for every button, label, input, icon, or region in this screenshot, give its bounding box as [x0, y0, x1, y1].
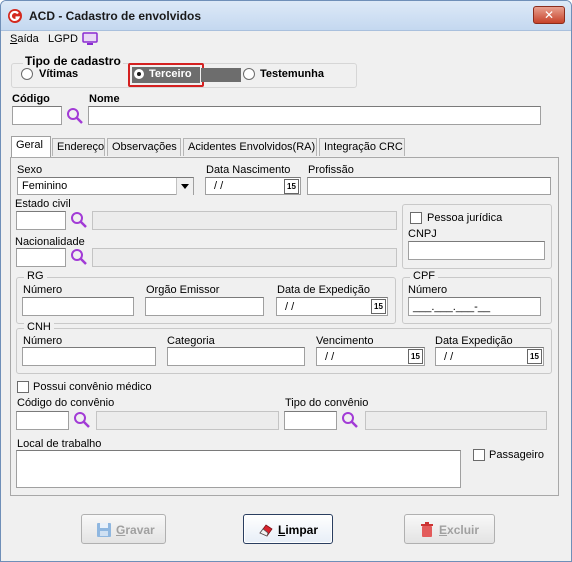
rg-numero-label: Número [23, 284, 63, 296]
data-nascimento-label: Data Nascimento [206, 164, 291, 176]
search-codigo-icon[interactable] [66, 107, 84, 125]
codigo-convenio-input[interactable] [16, 411, 69, 430]
sexo-select[interactable]: Feminino [17, 177, 194, 195]
cpf-title: CPF [410, 270, 438, 282]
radio-vitimas[interactable] [21, 68, 33, 80]
radio-terceiro[interactable] [133, 68, 145, 80]
cpf-input[interactable]: ___.___.___-__ [408, 297, 541, 316]
profissao-input[interactable] [307, 177, 551, 195]
cnpj-label: CNPJ [408, 228, 437, 240]
search-tipo-convenio-icon[interactable] [341, 411, 359, 429]
estado-civil-label: Estado civil [15, 198, 71, 210]
calendar-icon[interactable]: 15 [408, 349, 423, 364]
tab-acidentes-envolvidos[interactable]: Acidentes Envolvidos(RA) [183, 138, 317, 156]
tipo-convenio-input[interactable] [284, 411, 337, 430]
convenio-label: Possui convênio médico [33, 381, 152, 393]
monitor-icon[interactable] [82, 32, 98, 46]
excluir-button[interactable]: Excluir [404, 514, 495, 544]
codigo-label: Código [12, 93, 50, 105]
radio-testemunha[interactable] [243, 68, 255, 80]
menu-bar: Saída LGPD [1, 31, 571, 49]
cnpj-input[interactable] [408, 241, 545, 260]
app-logo-icon [8, 9, 22, 23]
calendar-icon[interactable]: 15 [527, 349, 542, 364]
calendar-icon[interactable]: 15 [284, 179, 299, 194]
search-estado-civil-icon[interactable] [70, 211, 88, 229]
convenio-checkbox[interactable] [17, 381, 29, 393]
calendar-icon[interactable]: 15 [371, 299, 386, 314]
rg-title: RG [24, 270, 47, 282]
menu-lgpd[interactable]: LGPD [48, 33, 78, 45]
data-nascimento-input[interactable]: / / 15 [205, 177, 301, 195]
rg-orgao-input[interactable] [145, 297, 264, 316]
nacionalidade-description [92, 248, 397, 267]
pessoa-juridica-label: Pessoa jurídica [427, 212, 503, 224]
tab-integracao-crc[interactable]: Integração CRC [319, 138, 405, 156]
eraser-icon [259, 524, 273, 537]
profissao-label: Profissão [308, 164, 354, 176]
chevron-down-icon[interactable] [176, 178, 193, 195]
estado-civil-description [92, 211, 397, 230]
terceiro-selection-bar [201, 68, 241, 82]
radio-terceiro-label: Terceiro [149, 68, 192, 80]
close-button[interactable]: ✕ [533, 6, 565, 24]
cadastro-envolvidos-window: ACD - Cadastro de envolvidos ✕ Saída LGP… [0, 0, 572, 562]
tipo-cadastro-title: Tipo de cadastro [23, 54, 123, 68]
tab-endereco[interactable]: Endereço [52, 138, 105, 156]
cpf-numero-label: Número [408, 284, 448, 296]
local-trabalho-label: Local de trabalho [17, 438, 102, 450]
estado-civil-code-input[interactable] [16, 211, 66, 230]
cnh-categoria-input[interactable] [167, 347, 305, 366]
passageiro-checkbox[interactable] [473, 449, 485, 461]
nome-input[interactable] [88, 106, 541, 125]
tipo-convenio-label: Tipo do convênio [285, 397, 369, 409]
radio-vitimas-label: Vítimas [39, 68, 79, 80]
title-bar: ACD - Cadastro de envolvidos ✕ [1, 1, 571, 31]
rg-numero-input[interactable] [22, 297, 134, 316]
tab-observacoes[interactable]: Observações [107, 138, 181, 156]
cnh-title: CNH [24, 321, 54, 333]
cnh-expedicao-label: Data Expedição [435, 335, 513, 347]
gravar-button[interactable]: Gravar [81, 514, 166, 544]
codigo-convenio-label: Código do convênio [17, 397, 115, 409]
pessoa-juridica-checkbox[interactable] [410, 212, 422, 224]
sexo-label: Sexo [17, 164, 43, 176]
trash-icon [421, 522, 433, 537]
cnh-numero-label: Número [23, 335, 63, 347]
cnh-categoria-label: Categoria [167, 335, 215, 347]
cnh-vencimento-label: Vencimento [316, 335, 374, 347]
radio-testemunha-label: Testemunha [260, 68, 324, 80]
local-trabalho-textarea[interactable] [16, 450, 461, 488]
cnh-expedicao-input[interactable]: / / 15 [435, 347, 544, 366]
rg-data-input[interactable]: / / 15 [276, 297, 388, 316]
passageiro-label: Passageiro [489, 449, 545, 461]
tipo-convenio-description [365, 411, 547, 430]
nacionalidade-code-input[interactable] [16, 248, 66, 267]
nome-label: Nome [89, 93, 120, 105]
cnh-vencimento-input[interactable]: / / 15 [316, 347, 425, 366]
menu-saida[interactable]: Saída [10, 33, 39, 45]
nacionalidade-label: Nacionalidade [15, 236, 85, 248]
cnh-numero-input[interactable] [22, 347, 156, 366]
save-icon [97, 523, 111, 537]
rg-orgao-label: Orgão Emissor [146, 284, 220, 296]
window-title: ACD - Cadastro de envolvidos [29, 9, 202, 23]
rg-data-label: Data de Expedição [277, 284, 370, 296]
codigo-input[interactable] [12, 106, 62, 125]
search-codigo-convenio-icon[interactable] [73, 411, 91, 429]
search-nacionalidade-icon[interactable] [70, 248, 88, 266]
limpar-button[interactable]: Limpar [243, 514, 333, 544]
tab-geral[interactable]: Geral [11, 136, 51, 157]
codigo-convenio-description [96, 411, 279, 430]
